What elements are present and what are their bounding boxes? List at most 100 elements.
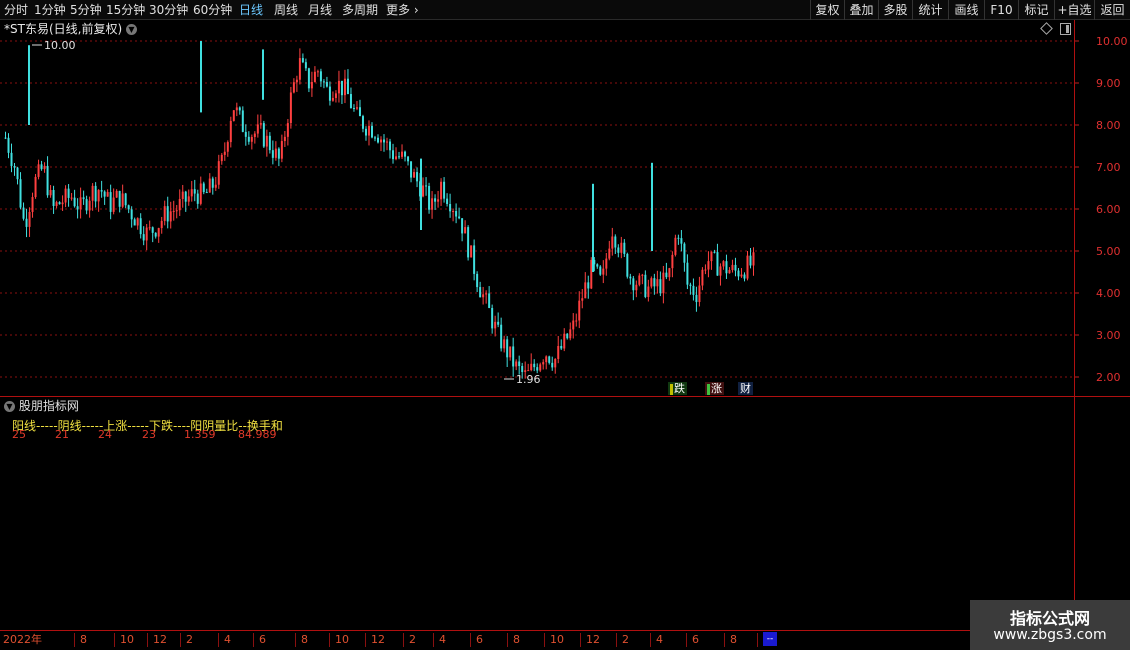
- candle-body: [446, 198, 449, 204]
- candle-body: [473, 245, 476, 274]
- pane-separator[interactable]: [0, 396, 1130, 397]
- candle-body: [373, 137, 376, 139]
- back-button[interactable]: 返回: [1094, 0, 1130, 20]
- time-tick: [147, 633, 148, 647]
- badge-mark-icon: [707, 383, 710, 395]
- candle-body: [85, 199, 88, 211]
- time-axis-end-marker[interactable]: --: [763, 632, 777, 646]
- chevron-down-icon[interactable]: ▼: [4, 401, 15, 412]
- candle-body: [413, 172, 416, 178]
- candle-body: [611, 236, 614, 249]
- period-tab-30min[interactable]: 30分钟: [149, 2, 188, 18]
- candle-body: [722, 261, 725, 267]
- time-label: 8: [513, 633, 520, 646]
- add-favorite-button[interactable]: +自选: [1054, 0, 1094, 20]
- candle-body: [476, 273, 479, 288]
- period-tab-timeshare[interactable]: 分时: [4, 2, 28, 18]
- candle-body: [701, 269, 704, 286]
- candle-body: [52, 190, 55, 206]
- candle-body: [223, 151, 226, 155]
- candle-body: [268, 135, 271, 151]
- candle-body: [253, 133, 256, 137]
- indicator-title[interactable]: ▼ 股朋指标网: [4, 398, 79, 414]
- candle-body: [244, 131, 247, 137]
- candle-body: [67, 188, 70, 198]
- period-tab-multi[interactable]: 多周期: [342, 2, 378, 18]
- candle-body: [217, 161, 220, 185]
- candle-body: [97, 190, 100, 202]
- candle-body: [298, 58, 301, 80]
- high-price-marker: 10.00: [44, 39, 76, 52]
- candle-body: [214, 184, 217, 188]
- candle-body: [79, 197, 82, 210]
- candle-body: [181, 191, 184, 199]
- candle-body: [398, 156, 401, 158]
- candle-body: [145, 227, 148, 241]
- finance-badge[interactable]: 财: [738, 382, 753, 395]
- period-tab-5min[interactable]: 5分钟: [70, 2, 102, 18]
- candle-body: [73, 197, 76, 207]
- period-tab-daily[interactable]: 日线: [239, 2, 263, 18]
- period-tab-15min[interactable]: 15分钟: [106, 2, 145, 18]
- candle-body: [112, 197, 115, 212]
- candle-body: [367, 125, 370, 136]
- period-tab-60min[interactable]: 60分钟: [193, 2, 232, 18]
- time-label: 8: [301, 633, 308, 646]
- fuquan-button[interactable]: 复权: [810, 0, 844, 20]
- candle-body: [467, 227, 470, 258]
- candle-body: [28, 211, 31, 227]
- candle-body: [163, 206, 166, 221]
- time-tick: [365, 633, 366, 647]
- candle-body: [274, 148, 277, 158]
- low-price-marker: 1.96: [516, 373, 541, 386]
- candle-body: [334, 93, 337, 98]
- candle-body: [250, 136, 253, 142]
- draw-line-button[interactable]: 画线: [948, 0, 984, 20]
- price-chart[interactable]: 10.00 9.00 8.00 7.00 6.00 5.00 4.00 3.00 2.00 10…: [0, 20, 1130, 395]
- f10-button[interactable]: F10: [984, 0, 1018, 20]
- time-tick: [650, 633, 651, 647]
- candle-body: [265, 135, 268, 147]
- period-tab-monthly[interactable]: 月线: [308, 2, 332, 18]
- period-tab-1min[interactable]: 1分钟: [34, 2, 66, 18]
- candle-body: [728, 270, 731, 274]
- candle-body: [407, 156, 410, 162]
- candle-body: [115, 190, 118, 198]
- candle-body: [76, 206, 79, 210]
- overlay-button[interactable]: 叠加: [844, 0, 878, 20]
- candle-body: [674, 237, 677, 255]
- period-tab-weekly[interactable]: 周线: [274, 2, 298, 18]
- candle-body: [536, 367, 539, 371]
- candle-body: [340, 80, 343, 96]
- badge-mark-icon: [670, 383, 673, 395]
- candle-body: [635, 284, 638, 291]
- rise-badge[interactable]: 涨: [705, 382, 724, 395]
- price-label: 3.00: [1096, 329, 1121, 342]
- candle-body: [602, 268, 605, 275]
- candle-body: [548, 356, 551, 363]
- candle-body: [175, 210, 178, 212]
- period-tab-more[interactable]: 更多 ›: [386, 2, 419, 18]
- candle-body: [386, 141, 389, 143]
- rise-badge-label: 涨: [711, 382, 722, 395]
- fall-badge[interactable]: 跌: [668, 382, 687, 395]
- candle-body: [590, 259, 593, 289]
- yin-count: 21: [55, 428, 69, 441]
- candle-body: [190, 189, 193, 197]
- candle-body: [545, 356, 548, 363]
- time-label: 10: [120, 633, 134, 646]
- candle-body: [395, 156, 398, 160]
- mark-button[interactable]: 标记: [1018, 0, 1054, 20]
- candle-body: [461, 218, 464, 234]
- candle-body: [677, 237, 680, 239]
- candle-body: [88, 200, 91, 211]
- candle-body: [55, 202, 58, 206]
- time-tick: [329, 633, 330, 647]
- multi-stock-button[interactable]: 多股: [878, 0, 912, 20]
- candle-body: [328, 86, 331, 101]
- candle-body: [614, 236, 617, 248]
- candle-body: [220, 154, 223, 162]
- statistics-button[interactable]: 统计: [912, 0, 948, 20]
- price-axis-separator: [1074, 20, 1075, 630]
- candle-body: [43, 165, 46, 170]
